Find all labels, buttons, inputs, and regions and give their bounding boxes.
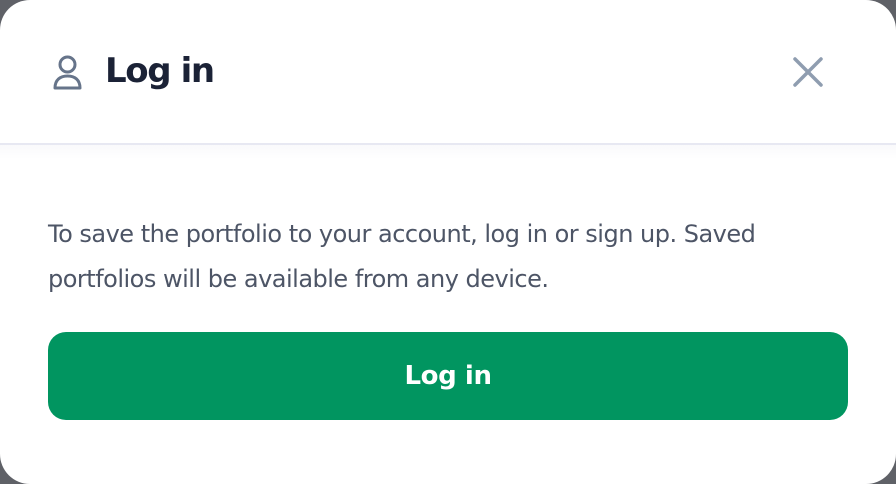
user-icon <box>53 55 82 90</box>
close-icon <box>793 57 823 87</box>
login-dialog: Log in To save the portfolio to your acc… <box>0 0 896 484</box>
dialog-title: Log in <box>105 51 215 91</box>
header-divider-shadow <box>0 145 896 159</box>
login-button[interactable]: Log in <box>48 332 848 420</box>
close-button[interactable] <box>788 52 828 92</box>
dialog-description: To save the portfolio to your account, l… <box>48 220 756 293</box>
dialog-header: Log in <box>0 0 896 145</box>
